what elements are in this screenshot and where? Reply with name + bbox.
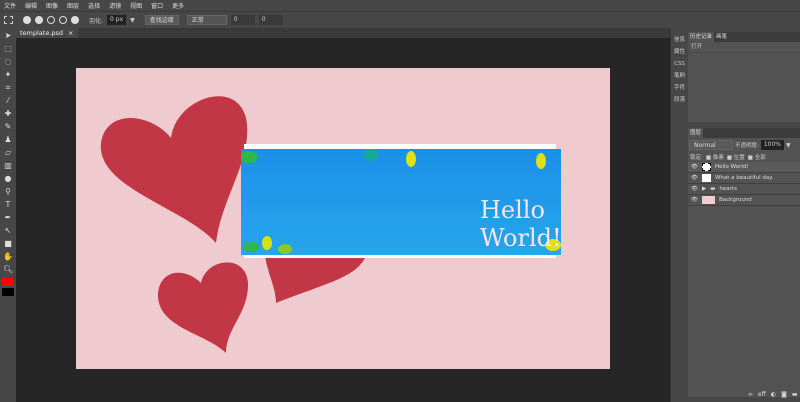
marquee-tool-icon[interactable]: ⬚ xyxy=(3,44,13,54)
right-panel: 历史记录 画笔 打开 图层 Normal 不透明度: 100% ▼ 锁定: ■ … xyxy=(688,28,800,402)
opacity-input[interactable]: 100% xyxy=(760,140,785,150)
chevron-down-icon[interactable]: ▼ xyxy=(786,142,791,149)
stamp-icon[interactable]: ♟ xyxy=(3,135,13,145)
menu-more[interactable]: 更多 xyxy=(172,1,184,10)
menu-select[interactable]: 选择 xyxy=(88,1,100,10)
shape-tool-icon[interactable]: ■ xyxy=(3,239,13,249)
xor-selection-icon[interactable] xyxy=(71,16,79,24)
magic-wand-icon[interactable]: ✦ xyxy=(3,70,13,80)
eraser-icon[interactable]: ▱ xyxy=(3,148,13,158)
path-select-icon[interactable]: ↖ xyxy=(3,226,13,236)
refine-edge-button[interactable]: 查找边缘 xyxy=(144,15,179,25)
zoom-tool-icon[interactable]: 🔍︎ xyxy=(3,265,13,275)
move-tool-icon[interactable]: ➤ xyxy=(3,31,13,41)
marquee-icon[interactable] xyxy=(4,16,13,24)
layer-background[interactable]: 👁︎ Background xyxy=(688,195,800,206)
tools-panel: ➤ ⬚ ◌ ✦ ⌗ ⁄ ✚ ✎ ♟ ▱ ▥ ● ⚲ T ✒ ↖ ■ ✋ 🔍︎ xyxy=(0,28,16,402)
text-layer-icon xyxy=(701,163,711,171)
lock-pixels[interactable]: ■ 像素 xyxy=(706,153,724,161)
opacity-label: 不透明度: xyxy=(735,143,759,149)
type-tool-icon[interactable]: T xyxy=(3,200,13,210)
folder-icon: ▬ xyxy=(710,186,716,192)
tab-brushes[interactable]: 画笔 xyxy=(714,32,729,42)
text-layer-icon xyxy=(701,174,711,182)
background-thumbnail xyxy=(701,196,715,204)
history-item[interactable]: 打开 xyxy=(688,42,800,52)
mini-paragraph[interactable]: 段落 xyxy=(671,94,688,106)
lock-position[interactable]: ■ 位置 xyxy=(727,153,745,161)
dodge-icon[interactable]: ⚲ xyxy=(3,187,13,197)
menu-bar: 文件 编辑 图像 图层 选择 滤镜 视图 窗口 更多 xyxy=(0,0,800,11)
mini-properties[interactable]: 属性 xyxy=(671,46,688,58)
menu-view[interactable]: 视图 xyxy=(130,1,142,10)
layer-hearts[interactable]: 👁︎ ▶ ▬ hearts xyxy=(688,184,800,195)
folder-icon[interactable]: ▬ xyxy=(792,391,798,398)
mini-css[interactable]: CSS xyxy=(671,58,688,70)
tab-history[interactable]: 历史记录 xyxy=(688,32,715,42)
feather-label: 羽化: xyxy=(89,17,104,25)
eye-icon[interactable]: 👁︎ xyxy=(691,186,698,192)
history-tabs: 历史记录 画笔 xyxy=(688,32,800,42)
pen-tool-icon[interactable]: ✒ xyxy=(3,213,13,223)
canvas[interactable]: Hello World! xyxy=(76,68,610,369)
options-bar: 羽化: 0 px ▼ 查找边缘 正常 0 0 xyxy=(0,11,800,28)
eye-icon[interactable]: 👁︎ xyxy=(691,164,698,170)
eye-icon[interactable]: 👁︎ xyxy=(691,175,698,181)
chevron-down-icon[interactable]: ▼ xyxy=(130,17,135,24)
eyedropper-icon[interactable]: ⁄ xyxy=(3,96,13,106)
close-icon[interactable]: × xyxy=(68,28,73,38)
hand-tool-icon[interactable]: ✋ xyxy=(3,252,13,262)
menu-file[interactable]: 文件 xyxy=(4,1,16,10)
lock-label: 锁定: xyxy=(690,155,703,161)
height-input[interactable]: 0 xyxy=(258,15,283,25)
document-tabs: template.psd × xyxy=(16,28,670,38)
foreground-color[interactable] xyxy=(2,278,14,286)
hello-world-text: Hello World! xyxy=(480,196,562,252)
layer-hello-world[interactable]: 👁︎ Hello World! xyxy=(688,162,800,173)
menu-window[interactable]: 窗口 xyxy=(151,1,163,10)
healing-icon[interactable]: ✚ xyxy=(3,109,13,119)
adjustment-icon[interactable]: ◐ xyxy=(771,391,776,398)
fx-icon[interactable]: eff xyxy=(758,391,766,398)
tab-template[interactable]: template.psd × xyxy=(16,28,78,38)
lasso-tool-icon[interactable]: ◌ xyxy=(3,57,13,67)
mini-info[interactable]: 信息 xyxy=(671,34,688,46)
workspace: Hello World! xyxy=(16,38,670,402)
width-input[interactable]: 0 xyxy=(230,15,255,25)
subtract-selection-icon[interactable] xyxy=(47,16,55,24)
add-selection-icon[interactable] xyxy=(35,16,43,24)
mini-brushes[interactable]: 笔刷 xyxy=(671,70,688,82)
blur-icon[interactable]: ● xyxy=(3,174,13,184)
heart-small xyxy=(157,262,249,353)
eye-icon[interactable]: 👁︎ xyxy=(691,197,698,203)
menu-image[interactable]: 图像 xyxy=(46,1,58,10)
link-icon[interactable]: ∞ xyxy=(748,391,753,398)
menu-filter[interactable]: 滤镜 xyxy=(109,1,121,10)
history-list xyxy=(688,52,800,122)
gradient-icon[interactable]: ▥ xyxy=(3,161,13,171)
mask-icon[interactable]: ◙ xyxy=(781,391,787,398)
heart-large xyxy=(100,96,248,243)
mini-panel-column: 信息 属性 CSS 笔刷 字符 段落 xyxy=(670,28,688,402)
menu-layer[interactable]: 图层 xyxy=(67,1,79,10)
crop-tool-icon[interactable]: ⌗ xyxy=(3,83,13,93)
tab-layers[interactable]: 图层 xyxy=(688,128,704,138)
feather-input[interactable]: 0 px xyxy=(107,15,127,25)
intersect-selection-icon[interactable] xyxy=(59,16,67,24)
lock-all[interactable]: ■ 全部 xyxy=(748,153,766,161)
background-color[interactable] xyxy=(2,288,14,296)
blend-mode-select[interactable]: Normal xyxy=(689,140,733,150)
new-selection-icon[interactable] xyxy=(23,16,31,24)
layer-beautiful-day[interactable]: 👁︎ What a beautiful day. xyxy=(688,173,800,184)
expand-arrow-icon[interactable]: ▶ xyxy=(702,186,706,192)
layers-tabs: 图层 xyxy=(688,128,800,138)
mini-character[interactable]: 字符 xyxy=(671,82,688,94)
brush-icon[interactable]: ✎ xyxy=(3,122,13,132)
menu-edit[interactable]: 编辑 xyxy=(25,1,37,10)
style-select[interactable]: 正常 xyxy=(186,15,227,25)
layer-footer: ∞ eff ◐ ◙ ▬ ❐ 🗑︎ xyxy=(748,391,800,398)
